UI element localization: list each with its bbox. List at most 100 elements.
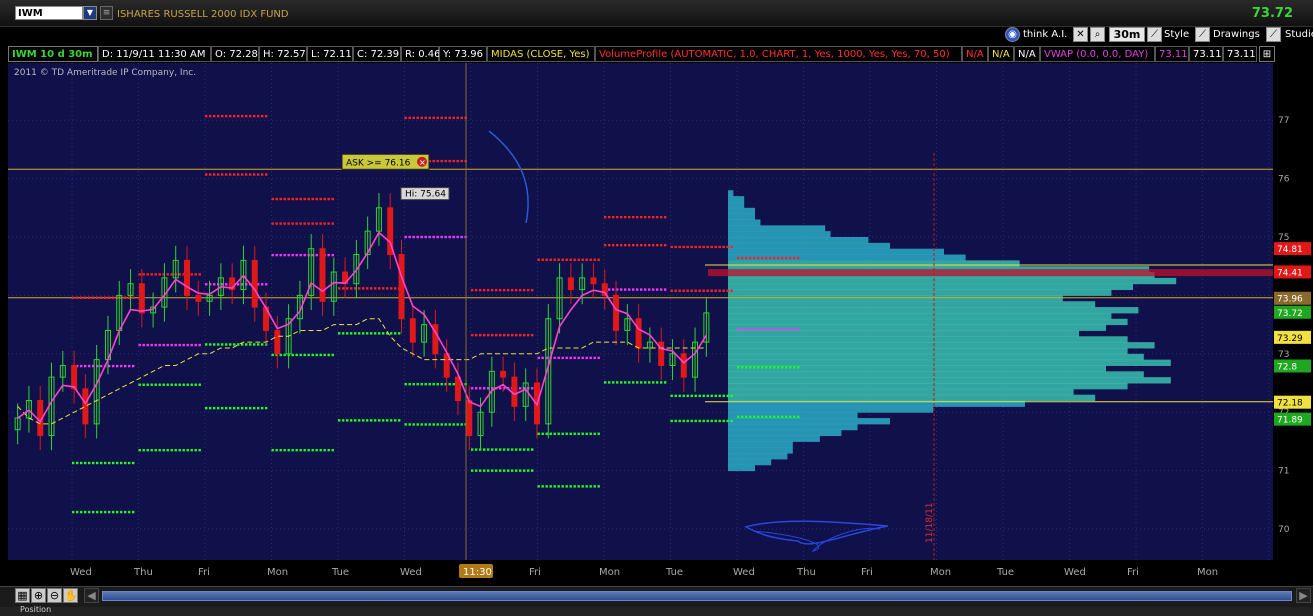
symbol-settings-icon[interactable]: ≡ <box>100 6 113 20</box>
volume-profile-bar <box>728 458 772 466</box>
level-dot <box>265 283 268 286</box>
time-tick: Fri <box>198 567 210 578</box>
midas-study[interactable]: MIDAS (CLOSE, Yes) <box>487 46 595 62</box>
level-dot <box>682 289 685 292</box>
level-dot <box>628 288 631 291</box>
level-dot <box>112 296 115 299</box>
level-dot <box>495 448 498 451</box>
symbol-input[interactable]: IWM <box>15 6 83 20</box>
level-dot <box>245 173 248 176</box>
style-button[interactable]: Style <box>1164 27 1189 43</box>
think-ai-button[interactable]: think A.I. <box>1023 27 1067 43</box>
level-dot <box>205 406 208 410</box>
scroll-right-icon[interactable]: ▶ <box>1296 588 1311 603</box>
time-axis[interactable]: Wed Thu Fri Mon Tue Wed 11:30 Fri Mon Tue Wed Thu Fr… <box>8 560 1273 584</box>
level-dot <box>424 116 427 120</box>
level-dot <box>408 116 411 120</box>
level-dot <box>249 343 252 346</box>
y-value: Y: 73.96 <box>439 46 487 62</box>
level-dot <box>777 328 780 331</box>
level-dot <box>569 356 572 360</box>
level-dot <box>291 222 294 225</box>
volume-profile-study[interactable]: VolumeProfile (AUTOMATIC, 1.0, CHART, 1,… <box>595 46 962 62</box>
level-dot <box>456 116 459 120</box>
level-dot <box>753 415 756 419</box>
level-dot <box>382 332 385 335</box>
range-value: R: 0.46 <box>401 46 440 62</box>
level-dot <box>495 469 498 472</box>
level-dot <box>702 419 705 423</box>
level-dot <box>319 353 322 357</box>
level-dot <box>789 256 792 260</box>
tool-search-icon[interactable]: ⌕ <box>1090 27 1105 42</box>
level-dot <box>342 332 345 335</box>
level-dot <box>664 381 667 384</box>
drawings-icon[interactable]: ⟋ <box>1195 27 1210 42</box>
level-dot <box>737 415 740 419</box>
scroll-track[interactable] <box>102 591 1292 601</box>
level-dot <box>557 485 560 488</box>
level-dot <box>327 353 330 357</box>
period-label[interactable]: IWM 10 d 30m <box>8 46 98 62</box>
vwap-study[interactable]: VWAP (0.0, 0.0, DAY) <box>1040 46 1155 62</box>
level-dot <box>597 356 600 360</box>
volume-profile-bar <box>728 289 1112 296</box>
level-dot <box>311 222 314 225</box>
level-dot <box>162 448 165 452</box>
level-dot <box>76 461 79 465</box>
level-dot <box>644 381 647 384</box>
level-dot <box>283 353 286 357</box>
level-dot <box>108 296 111 299</box>
style-icon[interactable]: ⟋ <box>1147 27 1162 42</box>
level-dot <box>416 423 419 426</box>
time-tick: 11:30 <box>463 567 492 578</box>
chart-plot[interactable]: 11/18/11 ASK >= 76.16 ✕ Hi: 75.64 <box>8 63 1273 560</box>
level-dot <box>287 222 290 225</box>
zoom-fit-icon[interactable]: ▦ <box>15 588 30 603</box>
candle-body <box>511 376 518 407</box>
pan-hand-icon[interactable]: ✋ <box>63 588 78 603</box>
level-dot <box>710 394 713 398</box>
timeframe-button[interactable]: 30m <box>1109 27 1145 42</box>
volume-profile-bar <box>728 464 755 472</box>
price-axis[interactable]: 707172737475767774.8174.4173.9673.7273.2… <box>1273 63 1313 560</box>
scroll-left-icon[interactable]: ◀ <box>84 588 99 603</box>
level-dot <box>124 364 127 368</box>
level-dot <box>198 343 201 347</box>
level-dot <box>261 173 264 176</box>
think-ai-icon[interactable]: ◉ <box>1005 27 1020 42</box>
drawings-button[interactable]: Drawings <box>1213 27 1260 43</box>
level-dot <box>753 328 756 331</box>
level-dot <box>420 235 423 239</box>
zoom-in-icon[interactable]: ⊕ <box>31 588 46 603</box>
level-dot <box>616 243 619 247</box>
volume-profile-bar <box>728 441 793 448</box>
volume-profile-bar <box>728 207 755 215</box>
candle-body <box>500 370 507 378</box>
level-dot <box>660 243 663 247</box>
level-dot <box>283 222 286 225</box>
level-dot <box>166 383 169 386</box>
level-dot <box>390 419 393 422</box>
level-dot <box>146 448 149 452</box>
level-dot <box>593 485 596 488</box>
tool-crosshair-icon[interactable]: ✕ <box>1073 27 1088 42</box>
level-dot <box>170 383 173 386</box>
volume-profile-bar <box>728 388 1074 396</box>
level-dot <box>132 364 135 368</box>
level-dot <box>327 197 330 201</box>
level-dot <box>557 356 560 360</box>
time-tick: Mon <box>930 567 951 578</box>
level-dot <box>797 366 800 369</box>
expand-legend-icon[interactable]: ⊞ <box>1259 46 1275 62</box>
level-dot <box>424 235 427 239</box>
studies-button[interactable]: Studies <box>1285 27 1313 43</box>
symbol-dropdown-icon[interactable]: ▼ <box>83 6 97 20</box>
level-dot <box>241 114 244 118</box>
level-dot <box>362 287 365 290</box>
level-dot <box>597 258 600 261</box>
zoom-out-icon[interactable]: ⊖ <box>47 588 62 603</box>
level-dot <box>287 448 290 452</box>
price-chart[interactable]: 11/18/11 ASK >= 76.16 ✕ Hi: 75.64 <box>8 63 1273 560</box>
studies-icon[interactable]: ⟋ <box>1266 27 1281 42</box>
